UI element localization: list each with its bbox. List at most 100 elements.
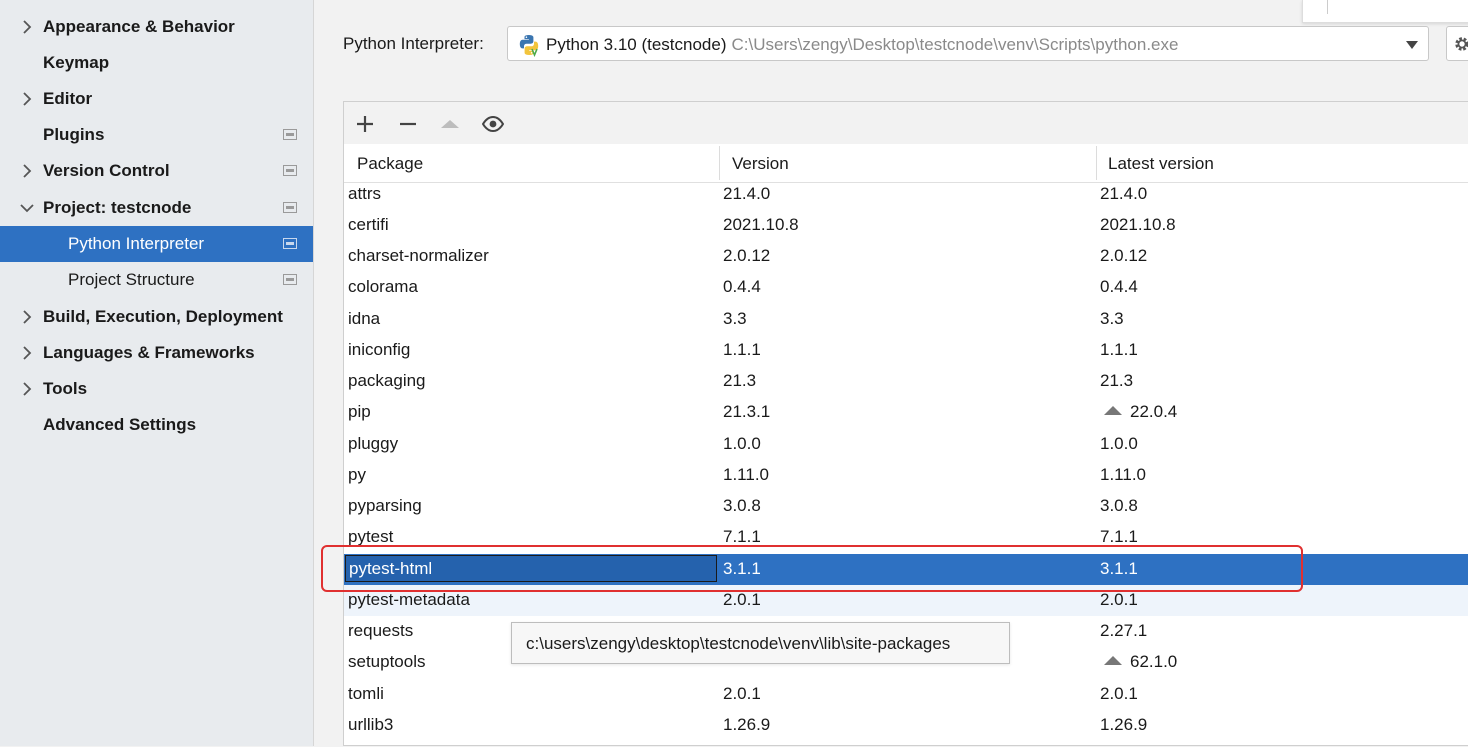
package-name-cell: idna (348, 309, 381, 328)
table-row[interactable]: pyparsing 3.0.8 3.0.8 (344, 491, 1468, 522)
latest-version-text: 2.0.12 (1100, 246, 1148, 265)
sidebar-item[interactable]: Keymap (0, 45, 313, 81)
latest-version-text: 21.3 (1100, 371, 1134, 390)
version-cell: 21.3.1 (723, 402, 771, 421)
latest-version-cell: 2.0.1 (1100, 684, 1138, 704)
table-row[interactable]: idna 3.3 3.3 (344, 304, 1468, 335)
latest-version-cell: 1.11.0 (1100, 465, 1146, 485)
latest-version-text: 3.3 (1100, 309, 1124, 328)
table-row[interactable]: attrs 21.4.0 21.4.0 (344, 179, 1468, 210)
column-divider[interactable] (1096, 146, 1097, 180)
package-name-cell: py (348, 465, 366, 484)
sidebar-item[interactable]: Project: testcnode (0, 190, 313, 226)
package-name-cell: colorama (348, 277, 418, 296)
sidebar-item-label: Languages & Frameworks (43, 343, 255, 362)
chevron-right-icon[interactable] (18, 162, 36, 180)
version-cell: 2.0.1 (723, 684, 761, 703)
latest-version-cell: 3.3 (1100, 309, 1124, 329)
version-cell: 3.0.8 (723, 496, 761, 515)
sidebar-item[interactable]: Build, Execution, Deployment (0, 299, 313, 335)
sidebar-item-label: Keymap (43, 53, 110, 72)
top-popup-window (1302, 0, 1468, 23)
table-row[interactable]: pytest-metadata 2.0.1 2.0.1 (344, 585, 1468, 616)
table-row[interactable]: pip 21.3.1 22.0.4 (344, 397, 1468, 428)
interpreter-select[interactable]: Python 3.10 (testcnode) C:\Users\zengy\De… (507, 26, 1429, 61)
version-cell: 2021.10.8 (723, 215, 799, 234)
package-name-cell: pytest-metadata (348, 590, 470, 609)
settings-sidebar: Appearance & Behavior Keymap Editor Plugins… (0, 0, 314, 746)
sidebar-item-label: Tools (43, 379, 88, 398)
chevron-down-icon[interactable] (18, 199, 36, 217)
sidebar-item[interactable]: Project Structure (0, 262, 313, 298)
chevron-right-icon[interactable] (18, 90, 36, 108)
version-cell: 3.3 (723, 309, 747, 328)
latest-version-text: 21.4.0 (1100, 184, 1148, 203)
sidebar-item-label: Build, Execution, Deployment (43, 307, 283, 326)
latest-version-text: 1.26.9 (1100, 715, 1148, 734)
chevron-right-icon[interactable] (18, 18, 36, 36)
table-row[interactable]: pluggy 1.0.0 1.0.0 (344, 429, 1468, 460)
sidebar-item[interactable]: Plugins (0, 117, 313, 153)
table-row[interactable]: charset-normalizer 2.0.12 2.0.12 (344, 241, 1468, 272)
table-row[interactable]: iniconfig 1.1.1 1.1.1 (344, 335, 1468, 366)
version-cell: 7.1.1 (723, 527, 761, 546)
table-row[interactable]: certifi 2021.10.8 2021.10.8 (344, 210, 1468, 241)
interpreter-settings-button[interactable] (1446, 26, 1468, 61)
version-cell: 1.1.1 (723, 340, 761, 359)
sidebar-item[interactable]: Advanced Settings (0, 407, 313, 443)
sidebar-item[interactable]: Languages & Frameworks (0, 335, 313, 371)
table-row[interactable]: urllib3 1.26.9 1.26.9 (344, 710, 1468, 741)
chevron-right-icon[interactable] (18, 308, 36, 326)
latest-version-cell: 1.26.9 (1100, 715, 1147, 735)
project-level-icon (283, 238, 297, 249)
latest-version-cell: 7.1.1 (1100, 527, 1138, 547)
interpreter-label: Python Interpreter: (343, 34, 484, 53)
project-level-icon (283, 202, 297, 213)
table-row[interactable]: pytest-html 3.1.1 3.1.1 (344, 554, 1468, 585)
column-header-latest-version[interactable]: Latest version (1108, 154, 1214, 174)
sidebar-item-label: Editor (43, 89, 93, 108)
version-cell: 1.0.0 (723, 434, 761, 453)
table-row[interactable]: py 1.11.0 1.11.0 (344, 460, 1468, 491)
sidebar-item[interactable]: Editor (0, 81, 313, 117)
chevron-down-icon[interactable] (1406, 41, 1418, 49)
plus-icon[interactable] (354, 113, 376, 135)
version-cell: 1.26.9 (723, 715, 771, 734)
interpreter-name: Python 3.10 (testcnode) (546, 35, 727, 54)
sidebar-item[interactable]: Version Control (0, 153, 313, 189)
table-row[interactable]: colorama 0.4.4 0.4.4 (344, 272, 1468, 303)
package-name-cell: pluggy (348, 434, 399, 453)
latest-version-cell: 62.1.0 (1100, 652, 1177, 672)
table-row[interactable]: packaging 21.3 21.3 (344, 366, 1468, 397)
column-header-package[interactable]: Package (357, 154, 423, 174)
sidebar-item[interactable]: Tools (0, 371, 313, 407)
gear-icon (1455, 37, 1468, 51)
column-divider[interactable] (719, 146, 720, 180)
upgrade-icon[interactable] (439, 113, 461, 135)
latest-version-cell: 1.0.0 (1100, 434, 1138, 454)
sidebar-item[interactable]: Appearance & Behavior (0, 9, 313, 45)
package-name-cell: charset-normalizer (348, 246, 489, 265)
column-header-version[interactable]: Version (732, 154, 789, 174)
table-row[interactable]: pytest 7.1.1 7.1.1 (344, 522, 1468, 553)
chevron-right-icon[interactable] (18, 344, 36, 362)
chevron-right-icon[interactable] (18, 380, 36, 398)
project-level-icon (283, 274, 297, 285)
latest-version-cell: 1.1.1 (1100, 340, 1138, 360)
minus-icon[interactable] (397, 113, 419, 135)
version-cell: 1.11.0 (723, 465, 770, 484)
upgrade-available-icon (1104, 406, 1122, 416)
package-name-cell: packaging (348, 371, 426, 390)
interpreter-path: C:\Users\zengy\Desktop\testcnode\venv\Sc… (731, 35, 1179, 54)
upgrade-available-icon (1104, 656, 1122, 666)
eye-icon[interactable] (482, 113, 504, 135)
latest-version-cell: 21.4.0 (1100, 184, 1147, 204)
latest-version-cell: 22.0.4 (1100, 402, 1177, 422)
sidebar-item[interactable]: Python Interpreter (0, 226, 313, 262)
package-name-cell: certifi (348, 215, 389, 234)
package-name-cell: pip (348, 402, 371, 421)
package-name-cell: attrs (348, 184, 382, 203)
latest-version-text: 2.0.1 (1100, 684, 1138, 703)
sidebar-item-label: Version Control (43, 161, 170, 180)
table-row[interactable]: tomli 2.0.1 2.0.1 (344, 679, 1468, 710)
